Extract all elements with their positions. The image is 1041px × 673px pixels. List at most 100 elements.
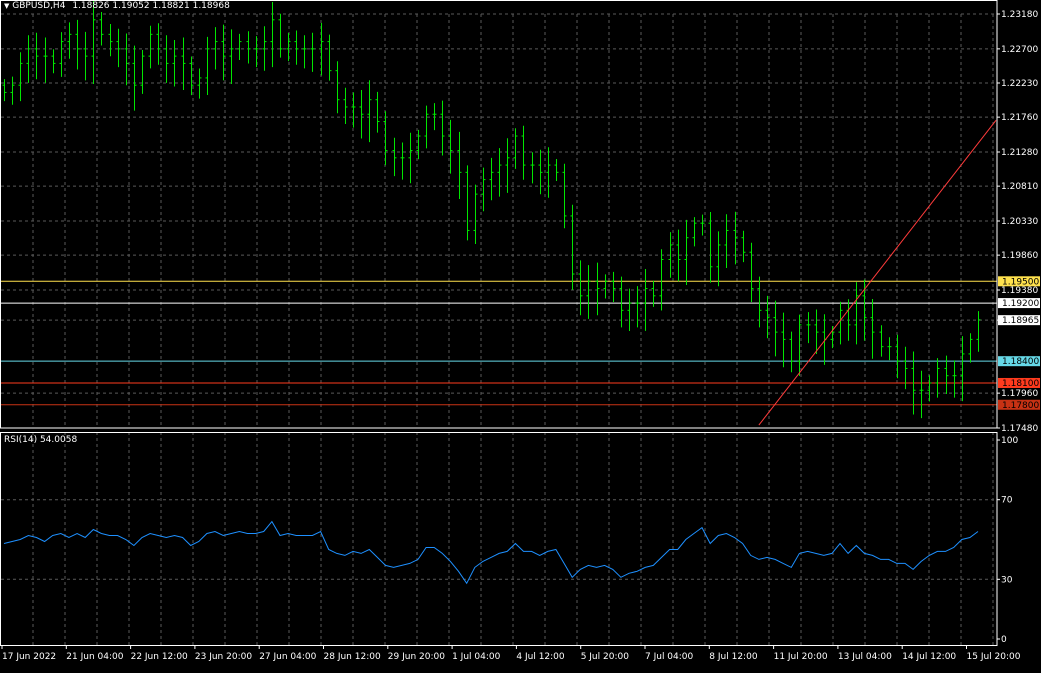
ohlc-bar[interactable] — [205, 36, 210, 96]
ohlc-bar[interactable] — [181, 37, 186, 91]
ohlc-bar[interactable] — [578, 260, 583, 316]
ohlc-bar[interactable] — [108, 24, 113, 57]
ohlc-bar[interactable] — [432, 103, 437, 131]
ohlc-bar[interactable] — [59, 32, 64, 77]
ohlc-bar[interactable] — [968, 333, 973, 363]
ohlc-bar[interactable] — [457, 131, 462, 199]
ohlc-bar[interactable] — [773, 300, 778, 357]
ohlc-bar[interactable] — [684, 219, 689, 285]
ohlc-bar[interactable] — [246, 31, 251, 64]
ohlc-bar[interactable] — [838, 301, 843, 345]
ohlc-bar[interactable] — [400, 142, 405, 180]
ohlc-bar[interactable] — [603, 274, 608, 299]
ohlc-bar[interactable] — [172, 39, 177, 87]
ohlc-bar[interactable] — [635, 286, 640, 328]
ohlc-bar[interactable] — [505, 138, 510, 193]
ohlc-bar[interactable] — [319, 22, 324, 76]
ohlc-bar[interactable] — [327, 34, 332, 81]
ohlc-bar[interactable] — [465, 165, 470, 241]
ohlc-bar[interactable] — [700, 214, 705, 236]
ohlc-bar[interactable] — [854, 282, 859, 345]
ohlc-bar[interactable] — [952, 360, 957, 398]
ohlc-bar[interactable] — [359, 89, 364, 139]
ohlc-bar[interactable] — [116, 28, 121, 68]
ohlc-bar[interactable] — [789, 331, 794, 373]
ohlc-bar[interactable] — [132, 45, 137, 111]
ohlc-bar[interactable] — [724, 214, 729, 269]
ohlc-bar[interactable] — [18, 52, 23, 102]
ohlc-bar[interactable] — [481, 167, 486, 212]
ohlc-bar[interactable] — [781, 312, 786, 368]
ohlc-bar[interactable] — [294, 30, 299, 65]
ohlc-bar[interactable] — [367, 80, 372, 143]
ohlc-bar[interactable] — [91, 0, 96, 84]
ohlc-bar[interactable] — [67, 22, 72, 59]
ohlc-bar[interactable] — [562, 163, 567, 229]
ohlc-bar[interactable] — [164, 35, 169, 83]
ohlc-bar[interactable] — [538, 149, 543, 195]
ohlc-bar[interactable] — [879, 325, 884, 357]
ohlc-bar[interactable] — [34, 32, 39, 80]
ohlc-bar[interactable] — [83, 31, 88, 81]
ohlc-bar[interactable] — [124, 33, 129, 86]
ohlc-bar[interactable] — [546, 147, 551, 198]
ohlc-bar[interactable] — [611, 271, 616, 303]
ohlc-bar[interactable] — [530, 152, 535, 184]
ohlc-bar[interactable] — [554, 158, 559, 182]
ohlc-bar[interactable] — [197, 68, 202, 99]
ohlc-bar[interactable] — [521, 125, 526, 180]
ohlc-bar[interactable] — [156, 23, 161, 65]
ohlc-bar[interactable] — [43, 37, 48, 83]
ohlc-bar[interactable] — [26, 35, 31, 83]
ohlc-bar[interactable] — [140, 50, 145, 94]
ohlc-bar[interactable] — [659, 249, 664, 311]
ohlc-bar[interactable] — [99, 12, 104, 46]
ohlc-bar[interactable] — [286, 32, 291, 62]
ohlc-bar[interactable] — [716, 231, 721, 287]
ohlc-bar[interactable] — [708, 212, 713, 283]
ohlc-bar[interactable] — [513, 128, 518, 169]
collapse-triangle-icon[interactable]: ▼ — [4, 2, 9, 10]
ohlc-bar[interactable] — [254, 36, 259, 68]
ohlc-bar[interactable] — [75, 19, 80, 70]
ohlc-bar[interactable] — [570, 204, 575, 290]
ohlc-bar[interactable] — [586, 265, 591, 319]
ohlc-bar[interactable] — [814, 309, 819, 355]
ohlc-bar[interactable] — [887, 337, 892, 361]
ohlc-bar[interactable] — [343, 87, 348, 125]
ohlc-bar[interactable] — [148, 25, 153, 69]
ohlc-bar[interactable] — [270, 1, 275, 68]
ohlc-bar[interactable] — [473, 184, 478, 244]
ohlc-bar[interactable] — [643, 269, 648, 331]
ohlc-bar[interactable] — [237, 33, 242, 60]
ohlc-bar[interactable] — [302, 35, 307, 69]
ohlc-bar[interactable] — [213, 27, 218, 70]
ohlc-bar[interactable] — [440, 100, 445, 156]
ohlc-bar[interactable] — [595, 262, 600, 316]
ohlc-bar[interactable] — [741, 230, 746, 263]
ohlc-bar[interactable] — [408, 132, 413, 184]
ohlc-bar[interactable] — [2, 79, 7, 102]
ohlc-bar[interactable] — [424, 105, 429, 149]
ohlc-bar[interactable] — [749, 242, 754, 303]
trendline[interactable] — [758, 119, 997, 426]
ohlc-bar[interactable] — [870, 298, 875, 359]
chart-window[interactable]: 1.23180 1.22700 1.22230 1.21760 1.21280 1.208… — [0, 0, 1041, 669]
ohlc-bar[interactable] — [806, 312, 811, 344]
ohlc-bar[interactable] — [383, 111, 388, 166]
ohlc-bar[interactable] — [919, 370, 924, 419]
ohlc-bar[interactable] — [335, 61, 340, 114]
ohlc-bar[interactable] — [935, 358, 940, 398]
ohlc-bar[interactable] — [10, 76, 15, 105]
chart-canvas[interactable]: 1.23180 1.22700 1.22230 1.21760 1.21280 1.208… — [0, 0, 1041, 669]
ohlc-bar[interactable] — [375, 91, 380, 133]
ohlc-bar[interactable] — [927, 375, 932, 402]
ohlc-bar[interactable] — [489, 157, 494, 201]
ohlc-bar[interactable] — [392, 137, 397, 177]
ohlc-bar[interactable] — [351, 92, 356, 128]
ohlc-bar[interactable] — [310, 32, 315, 72]
ohlc-bar[interactable] — [627, 288, 632, 332]
ohlc-bar[interactable] — [278, 13, 283, 58]
ohlc-bar[interactable] — [51, 49, 56, 74]
ohlc-bar[interactable] — [976, 311, 981, 352]
